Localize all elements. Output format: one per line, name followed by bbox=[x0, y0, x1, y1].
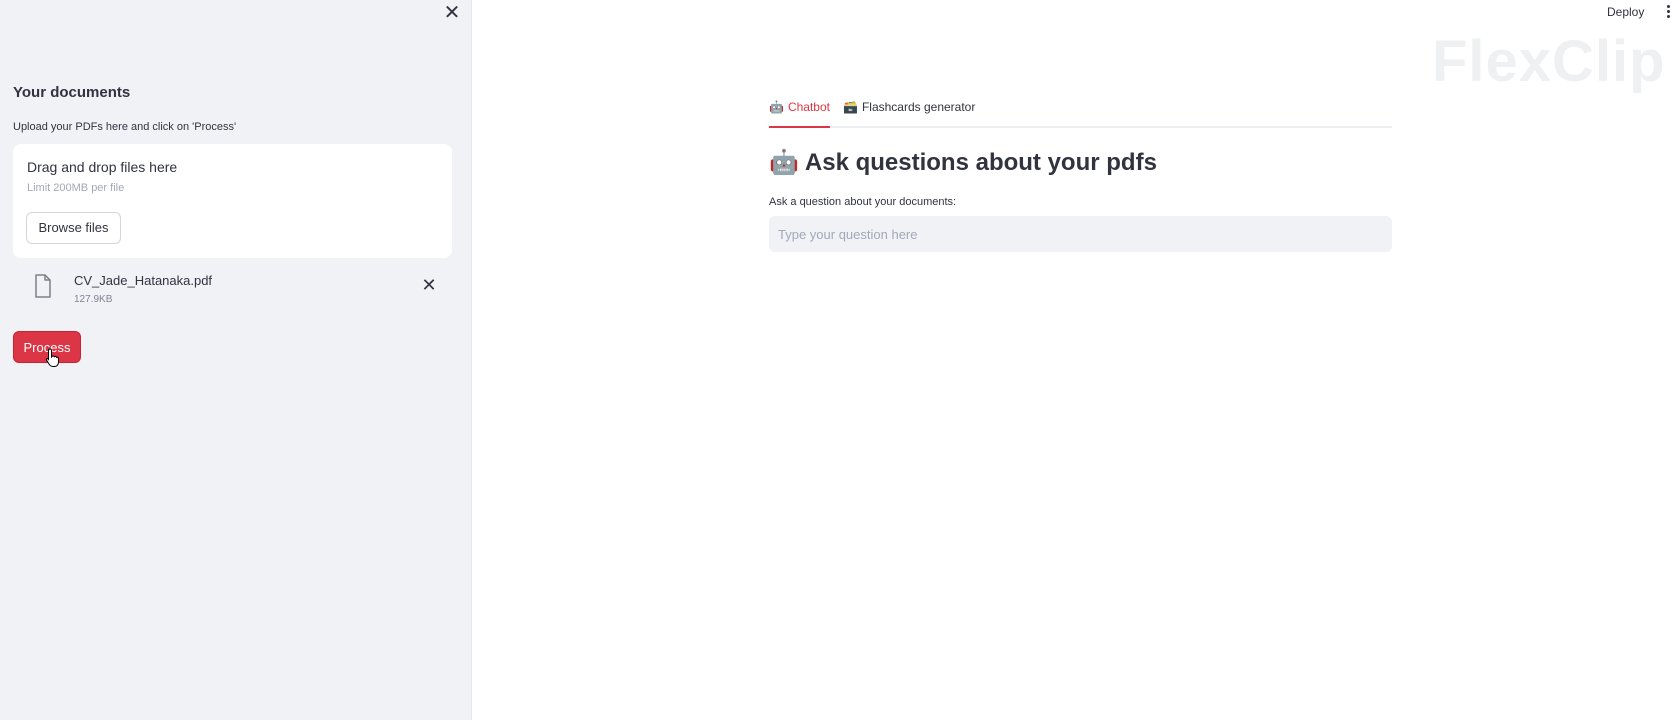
tab-label: Flashcards generator bbox=[861, 100, 976, 114]
sidebar: ✕ Your documents Upload your PDFs here a… bbox=[0, 0, 472, 720]
card-box-icon: 🗃️ bbox=[843, 100, 858, 114]
uploader-help-text: Upload your PDFs here and click on 'Proc… bbox=[13, 121, 237, 133]
file-size: 127.9KB bbox=[74, 294, 113, 305]
active-tab-indicator bbox=[769, 126, 830, 128]
sidebar-title: Your documents bbox=[13, 84, 131, 101]
robot-icon: 🤖 bbox=[769, 149, 799, 176]
tab-bar: 🤖 Chatbot 🗃️ Flashcards generator bbox=[769, 96, 1392, 128]
hand-cursor-icon bbox=[45, 348, 59, 367]
browse-files-button[interactable]: Browse files bbox=[26, 212, 121, 244]
question-input[interactable] bbox=[769, 216, 1392, 252]
file-icon bbox=[35, 274, 51, 298]
page-title: 🤖 Ask questions about your pdfs bbox=[769, 148, 1157, 177]
dropzone-limit: Limit 200MB per file bbox=[27, 182, 125, 194]
dropzone-title: Drag and drop files here bbox=[27, 159, 178, 175]
tab-label: Chatbot bbox=[787, 100, 830, 114]
file-name: CV_Jade_Hatanaka.pdf bbox=[74, 273, 213, 288]
file-dropzone[interactable]: Drag and drop files here Limit 200MB per… bbox=[13, 144, 452, 258]
robot-icon: 🤖 bbox=[769, 100, 784, 114]
main-content: 🤖 Chatbot 🗃️ Flashcards generator 🤖 Ask que… bbox=[769, 96, 1392, 252]
watermark: FlexClip bbox=[1432, 29, 1666, 94]
question-label: Ask a question about your documents: bbox=[769, 196, 957, 208]
tab-flashcards-generator[interactable]: 🗃️ Flashcards generator bbox=[843, 100, 975, 114]
more-vertical-icon[interactable] bbox=[1664, 3, 1672, 21]
page-title-text: Ask questions about your pdfs bbox=[804, 149, 1157, 176]
tab-chatbot[interactable]: 🤖 Chatbot bbox=[769, 100, 830, 114]
uploaded-file-item: CV_Jade_Hatanaka.pdf 127.9KB ✕ bbox=[30, 270, 452, 310]
deploy-button[interactable]: Deploy bbox=[1607, 5, 1644, 19]
sidebar-close-icon[interactable]: ✕ bbox=[443, 3, 461, 23]
remove-file-icon[interactable]: ✕ bbox=[420, 276, 438, 294]
